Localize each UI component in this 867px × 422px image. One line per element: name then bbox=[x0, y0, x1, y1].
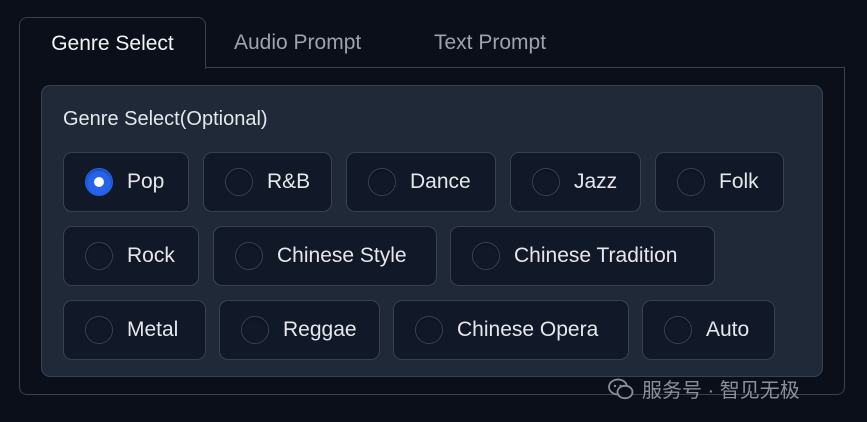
app-root: Genre Select Audio Prompt Text Prompt Ge… bbox=[0, 0, 867, 422]
radio-option-reggae[interactable]: Reggae bbox=[219, 300, 380, 360]
radio-unchecked-icon bbox=[225, 168, 253, 196]
radio-option-chinese-tradition[interactable]: Chinese Tradition bbox=[450, 226, 715, 286]
radio-label: Jazz bbox=[574, 170, 618, 193]
radio-unchecked-icon bbox=[472, 242, 500, 270]
radio-unchecked-icon bbox=[677, 168, 705, 196]
wechat-icon bbox=[608, 378, 634, 399]
radio-label: Pop bbox=[127, 170, 165, 193]
radio-label: Rock bbox=[127, 244, 175, 267]
radio-unchecked-icon bbox=[368, 168, 396, 196]
radio-unchecked-icon bbox=[235, 242, 263, 270]
radio-unchecked-icon bbox=[664, 316, 692, 344]
radio-unchecked-icon bbox=[85, 316, 113, 344]
radio-option-rock[interactable]: Rock bbox=[63, 226, 199, 286]
radio-unchecked-icon bbox=[241, 316, 269, 344]
radio-unchecked-icon bbox=[85, 242, 113, 270]
genre-group-label: Genre Select(Optional) bbox=[63, 108, 268, 130]
tab-genre-select[interactable]: Genre Select bbox=[19, 17, 206, 69]
radio-label: Folk bbox=[719, 170, 759, 193]
radio-label: Chinese Opera bbox=[457, 318, 599, 341]
radio-unchecked-icon bbox=[415, 316, 443, 344]
genre-radio-group: Genre Select(Optional) Pop R&B Dance Jaz… bbox=[41, 85, 823, 377]
radio-option-dance[interactable]: Dance bbox=[346, 152, 496, 212]
radio-label: Auto bbox=[706, 318, 750, 341]
radio-label: Dance bbox=[410, 170, 471, 193]
radio-unchecked-icon bbox=[532, 168, 560, 196]
radio-label: Chinese Tradition bbox=[514, 244, 678, 267]
radio-label: Chinese Style bbox=[277, 244, 407, 267]
tab-audio-prompt[interactable]: Audio Prompt bbox=[234, 17, 361, 69]
tab-label: Audio Prompt bbox=[234, 31, 362, 54]
watermark: 服务号 · 智见无极 bbox=[608, 374, 800, 403]
radio-label: Metal bbox=[127, 318, 179, 341]
radio-option-chinese-style[interactable]: Chinese Style bbox=[213, 226, 437, 286]
radio-option-metal[interactable]: Metal bbox=[63, 300, 206, 360]
radio-checked-icon bbox=[85, 168, 113, 196]
radio-label: R&B bbox=[267, 170, 311, 193]
radio-option-chinese-opera[interactable]: Chinese Opera bbox=[393, 300, 629, 360]
radio-option-rnb[interactable]: R&B bbox=[203, 152, 332, 212]
radio-option-folk[interactable]: Folk bbox=[655, 152, 784, 212]
radio-option-jazz[interactable]: Jazz bbox=[510, 152, 641, 212]
tab-label: Text Prompt bbox=[434, 31, 547, 54]
watermark-text: 服务号 · 智见无极 bbox=[642, 380, 800, 402]
radio-label: Reggae bbox=[283, 318, 357, 341]
tab-label: Genre Select bbox=[51, 31, 174, 55]
radio-option-auto[interactable]: Auto bbox=[642, 300, 775, 360]
radio-option-pop[interactable]: Pop bbox=[63, 152, 189, 212]
tab-text-prompt[interactable]: Text Prompt bbox=[434, 17, 546, 69]
